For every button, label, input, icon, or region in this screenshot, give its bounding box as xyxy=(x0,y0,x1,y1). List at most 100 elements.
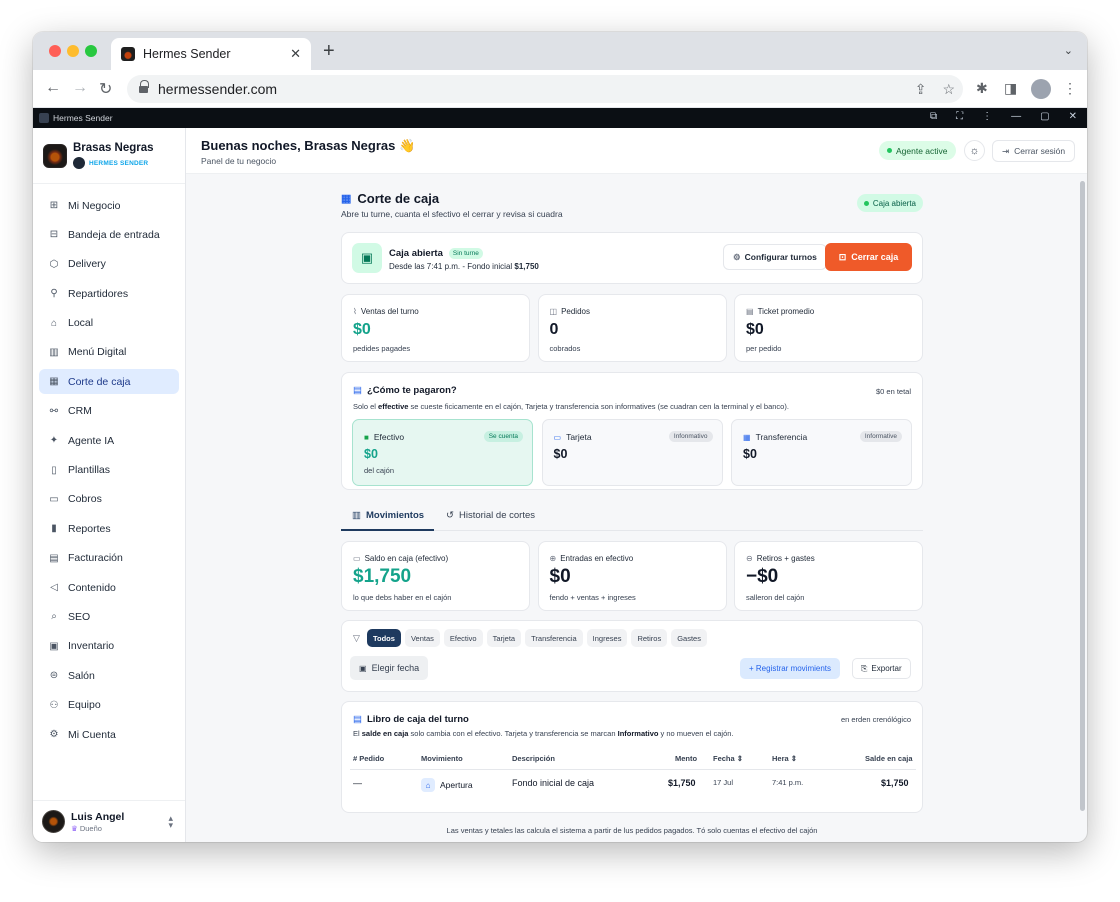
close-tab-icon[interactable]: ✕ xyxy=(290,46,301,62)
sort-hora-header[interactable]: Hera ⇕ xyxy=(772,754,797,763)
user-menu[interactable]: Luis Angel ♛ Dueño ▴ ▾ xyxy=(33,800,185,842)
bookmark-star-icon[interactable]: ☆ xyxy=(942,81,955,98)
configure-shifts-button[interactable]: ⚙ Configurar turnos xyxy=(723,244,827,270)
translate-icon[interactable]: ⧉ xyxy=(930,111,937,122)
screenshot-icon[interactable]: ⛶ xyxy=(956,111,963,122)
filter-chip-gastes[interactable]: Gastes xyxy=(671,629,707,647)
export-button[interactable]: ⎘ Exportar xyxy=(852,658,911,679)
filter-chip-transferencia[interactable]: Transferencia xyxy=(525,629,583,647)
theme-toggle-button[interactable]: ☼ xyxy=(964,140,985,161)
restore-icon[interactable]: ▢ xyxy=(1040,111,1049,122)
method-badge: Se cuenta xyxy=(483,431,523,442)
table-divider xyxy=(350,769,916,770)
side-panel-icon[interactable]: ◨ xyxy=(1004,80,1017,97)
sidebar: Brasas Negras HERMES SENDER ⊞ Mi Negocio ⊟… xyxy=(33,128,186,842)
menu-kebab-icon[interactable]: ⋮ xyxy=(1063,80,1077,97)
payment-method-tarjeta: ▭ Tarjeta Infonmativo $0 xyxy=(541,419,723,486)
tab-search-icon[interactable]: ⌄ xyxy=(1064,44,1073,57)
sidebar-item-contenido[interactable]: ◁ Contenido xyxy=(39,575,179,600)
profile-avatar[interactable] xyxy=(1031,79,1051,99)
brand-logo xyxy=(43,143,67,168)
status-dot-icon xyxy=(887,148,892,153)
cell-monto: $1,750 xyxy=(668,778,696,788)
sidebar-item-label: Mi Negocio xyxy=(68,199,121,212)
sidebar-item-reportes[interactable]: ▮ Reportes xyxy=(39,516,179,541)
register-movement-button[interactable]: + Registrar movimients xyxy=(740,658,841,679)
back-icon[interactable]: ← xyxy=(45,79,61,97)
sidebar-item-label: CRM xyxy=(68,405,92,418)
filter-chip-retiros[interactable]: Retiros xyxy=(631,629,668,647)
minimize-icon[interactable]: — xyxy=(1011,111,1021,122)
sidebar-item-agente-ia[interactable]: ✦ Agente IA xyxy=(39,428,179,453)
extensions-icon[interactable]: ✱ xyxy=(976,80,988,97)
sidebar-item-mi-cuenta[interactable]: ⚙ Mi Cuenta xyxy=(39,722,179,747)
sidebar-item-local[interactable]: ⌂ Local xyxy=(39,311,179,336)
close-register-button[interactable]: ⊡ Cerrar caja xyxy=(825,243,912,271)
close-window-button[interactable] xyxy=(49,45,61,57)
sidebar-item-corte-de-caja[interactable]: ▦ Corte de caja xyxy=(39,369,179,395)
maximize-window-button[interactable] xyxy=(85,45,97,57)
sidebar-item-label: Menú Digital xyxy=(68,346,127,359)
browser-tab[interactable]: Hermes Sender ✕ xyxy=(111,38,311,70)
sidebar-item-cobros[interactable]: ▭ Cobros xyxy=(39,487,179,512)
close-icon[interactable]: ✕ xyxy=(1069,111,1077,122)
brand[interactable]: Brasas Negras HERMES SENDER xyxy=(43,142,154,169)
tab-movimientos[interactable]: ▥ Movimientos xyxy=(352,510,424,521)
bag-icon: ◫ xyxy=(549,307,558,316)
filter-chip-tarjeta[interactable]: Tarjeta xyxy=(486,629,522,647)
stat-label: Ventas del turno xyxy=(360,307,419,316)
sidebar-item-label: Equipo xyxy=(68,699,101,712)
filter-chip-ingreses[interactable]: Ingreses xyxy=(586,629,628,647)
sidebar-item-bandeja-de-entrada[interactable]: ⊟ Bandeja de entrada xyxy=(39,222,179,247)
cash-icon: ■ xyxy=(364,432,369,442)
choose-date-button[interactable]: ▣ Elegir fecha xyxy=(350,656,429,680)
stat-value: 0 xyxy=(549,321,559,338)
share-icon[interactable]: ⇪ xyxy=(915,81,927,98)
tab-strip: Hermes Sender ✕ + ⌄ xyxy=(33,32,1087,70)
sidebar-item-repartidores[interactable]: ⚲ Repartidores xyxy=(39,281,179,306)
sidebar-item-label: Mi Cuenta xyxy=(68,728,116,741)
payment-method-efectivo: ■ Efectivo Se cuenta $0 del cajón xyxy=(352,419,533,486)
sort-fecha-header[interactable]: Fecha ⇕ xyxy=(713,754,743,763)
sidebar-item-crm[interactable]: ⚯ CRM xyxy=(39,399,179,424)
filter-chip-ventas[interactable]: Ventas xyxy=(404,629,440,647)
stat-caption: per pedido xyxy=(746,344,782,353)
reload-icon[interactable]: ↻ xyxy=(99,79,112,99)
app-menu-icon[interactable]: ⋮ xyxy=(982,111,992,122)
sidebar-item-label: Local xyxy=(68,317,94,330)
filter-chip-efectivo[interactable]: Efectivo xyxy=(443,629,483,647)
stat-value: $1,750 xyxy=(353,566,412,587)
scrollbar[interactable] xyxy=(1080,181,1085,811)
sidebar-item-seo[interactable]: ⌕ SEO xyxy=(39,604,179,629)
new-tab-button[interactable]: + xyxy=(323,41,335,61)
sidebar-item-mi-negocio[interactable]: ⊞ Mi Negocio xyxy=(39,193,179,218)
forward-icon[interactable]: → xyxy=(72,79,88,97)
sidebar-item-inventario[interactable]: ▣ Inventario xyxy=(39,634,179,659)
stat-caption: cobrados xyxy=(549,344,581,353)
sidebar-item-facturación[interactable]: ▤ Facturación xyxy=(39,546,179,571)
sidebar-item-delivery[interactable]: ⬡ Delivery xyxy=(39,252,179,277)
stat-label: Saldo en caja (efectivo) xyxy=(364,554,449,563)
stat-value: −$0 xyxy=(746,566,779,587)
tab-historial[interactable]: ↺ Historial de cortes xyxy=(446,510,535,521)
sidebar-item-menú-digital[interactable]: ▥ Menú Digital xyxy=(39,340,179,365)
settings-icon: ⚙ xyxy=(733,251,741,262)
megaphone-icon: ◁ xyxy=(50,582,58,594)
app-logo-icon xyxy=(39,113,49,123)
ledger-title: Libro de caja del turno xyxy=(366,714,469,725)
open-register-title: Caja abierta xyxy=(389,248,443,259)
logout-button[interactable]: ⇥ Cerrar sesión xyxy=(992,140,1076,162)
stat-label: Retiros + gastes xyxy=(756,554,815,563)
filter-chip-todos[interactable]: Todos xyxy=(367,629,401,647)
user-name: Luis Angel xyxy=(71,810,125,823)
sidebar-item-plantillas[interactable]: ▯ Plantillas xyxy=(39,458,179,483)
minimize-window-button[interactable] xyxy=(67,45,79,57)
sidebar-item-equipo[interactable]: ⚇ Equipo xyxy=(39,693,179,718)
wallet-icon: ▤ xyxy=(353,385,362,396)
column-header: Salde en caja xyxy=(865,754,913,763)
stat-label: Pedidos xyxy=(561,307,590,316)
page-title: Corte de caja xyxy=(357,191,440,206)
address-bar[interactable]: hermessender.com ⇪ ☆ xyxy=(127,75,963,103)
chevron-updown-icon[interactable]: ▴ ▾ xyxy=(168,814,173,830)
sidebar-item-salón[interactable]: ⊜ Salón xyxy=(39,663,179,688)
